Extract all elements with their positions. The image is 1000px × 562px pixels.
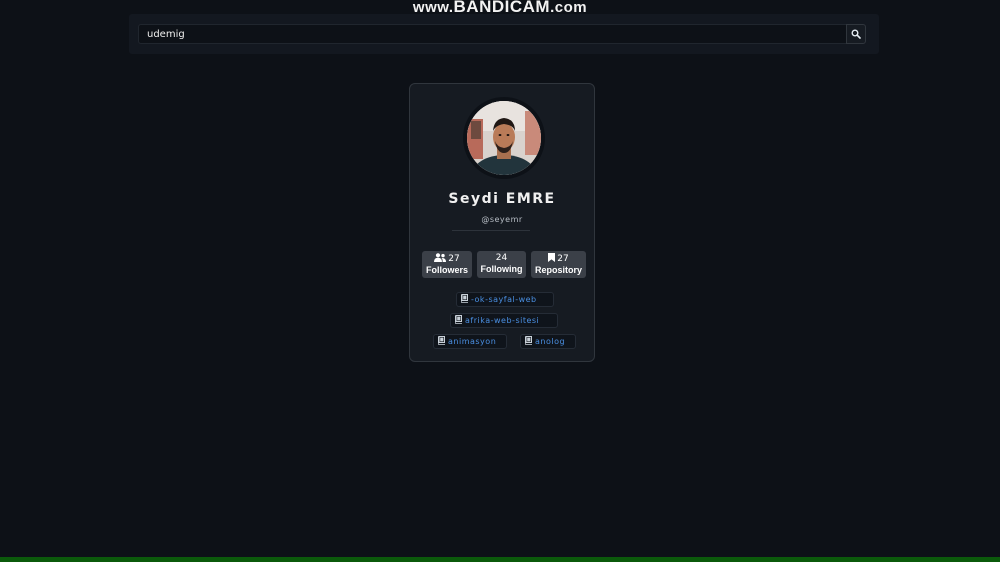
following-label: Following <box>480 264 523 274</box>
repo-book-icon <box>438 336 445 345</box>
recording-progress-bar <box>0 557 1000 562</box>
followers-count-row: 27 <box>422 251 472 265</box>
following-count: 24 <box>495 253 508 263</box>
repository-count: 27 <box>557 254 569 264</box>
profile-card: Seydi EMRE @seyemr 27 Followers 24 Follo… <box>409 83 595 362</box>
repository-label: Repository <box>534 265 582 275</box>
repository-stat[interactable]: 27 Repository <box>531 251 586 278</box>
search-icon <box>851 29 861 39</box>
people-icon <box>434 253 447 262</box>
avatar-frame <box>463 97 545 179</box>
repo-book-icon <box>455 315 462 324</box>
repo-name: anolog <box>535 337 566 346</box>
repo-link[interactable]: afrika-web-sitesi <box>450 313 558 328</box>
search-button[interactable] <box>846 24 866 44</box>
followers-stat[interactable]: 27 Followers <box>422 251 472 278</box>
repository-count-row: 27 <box>531 251 586 265</box>
repo-book-icon <box>461 294 468 303</box>
following-stat[interactable]: 24 Following <box>477 251 526 278</box>
avatar-photo <box>467 101 541 175</box>
avatar[interactable] <box>467 101 541 175</box>
repo-link[interactable]: anolog <box>520 334 576 349</box>
followers-label: Followers <box>425 265 468 275</box>
page: www.BANDICAM.com udemig Seydi EMRE @seye… <box>0 0 1000 562</box>
repo-book-icon <box>525 336 532 345</box>
repo-name: animasyon <box>448 337 497 346</box>
profile-name: Seydi EMRE <box>448 191 556 207</box>
search-bar <box>129 14 879 54</box>
repo-name: afrika-web-sitesi <box>465 316 540 325</box>
profile-divider <box>452 230 530 231</box>
repo-link[interactable]: -ok-sayfal-web <box>456 292 554 307</box>
repo-name: -ok-sayfal-web <box>471 295 537 304</box>
search-input[interactable] <box>138 24 846 44</box>
profile-handle: @seyemr <box>481 215 523 224</box>
followers-count: 27 <box>448 254 460 264</box>
bookmark-icon <box>548 253 556 262</box>
bandicam-watermark: www.BANDICAM.com <box>0 0 1000 15</box>
repo-link[interactable]: animasyon <box>433 334 507 349</box>
